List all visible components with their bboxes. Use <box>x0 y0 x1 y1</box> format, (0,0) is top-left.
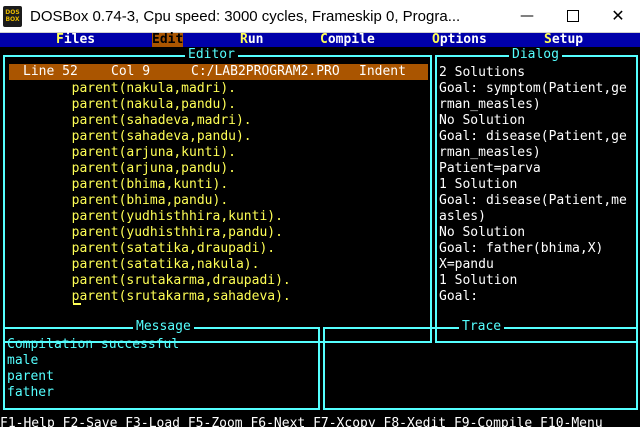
status-col: Col 9 <box>111 64 151 79</box>
status-file: C:/LAB2PROGRAM2.PRO <box>191 64 340 79</box>
dialog-title: Dialog <box>509 48 562 62</box>
dialog-line: Goal: symptom(Patient,ge <box>439 81 627 96</box>
editor-line[interactable]: parent(bhima,pandu). <box>9 193 229 209</box>
close-icon: ✕ <box>611 6 625 25</box>
message-line: male <box>7 353 39 368</box>
dialog-panel[interactable]: Dialog 2 Solutions Goal: symptom(Patient… <box>435 48 638 343</box>
dialog-line: No Solution <box>439 225 526 240</box>
dialog-line: Goal: disease(Patient,ge <box>439 129 627 144</box>
dialog-line: Goal: father(bhima,X) <box>439 241 604 256</box>
menu-run[interactable]: Run <box>240 33 263 47</box>
editor-line[interactable]: parent(sahadeva,pandu). <box>9 129 252 145</box>
menu-edit[interactable]: Edit <box>152 33 184 47</box>
editor-line[interactable]: parent(satatika,nakula). <box>9 257 260 273</box>
menu-options[interactable]: Options <box>432 33 487 47</box>
editor-line[interactable]: parent(srutakarma,sahadeva). <box>9 289 291 305</box>
window-title: DOSBox 0.74-3, Cpu speed: 3000 cycles, F… <box>30 8 461 25</box>
dos-screen[interactable]: Files Edit Run Compile Options Setup Edi… <box>0 33 640 427</box>
menu-files[interactable]: Files <box>56 33 95 47</box>
menu-bar: Files Edit Run Compile Options Setup <box>0 33 640 47</box>
minimize-button[interactable]: — <box>504 0 550 32</box>
dialog-line: Patient=parva <box>439 161 541 176</box>
editor-line[interactable]: parent(arjuna,pandu). <box>9 161 236 177</box>
menu-compile[interactable]: Compile <box>320 33 375 47</box>
dialog-line: No Solution <box>439 113 526 128</box>
dialog-line: rman_measles) <box>439 145 541 160</box>
message-title: Message <box>133 320 194 334</box>
editor-panel[interactable]: Editor Line 52 Col 9 C:/LAB2PROGRAM2.PRO… <box>3 48 432 343</box>
editor-line[interactable]: parent(bhima,kunti). <box>9 177 229 193</box>
editor-line[interactable]: parent(yudhisthhira,pandu). <box>9 225 283 241</box>
dialog-line: X=pandu <box>439 257 494 272</box>
editor-line[interactable]: parent(satatika,draupadi). <box>9 241 276 257</box>
message-line: father <box>7 385 54 400</box>
text-cursor <box>73 303 81 305</box>
maximize-icon <box>567 10 579 22</box>
trace-panel[interactable]: Trace <box>323 320 638 410</box>
editor-title: Editor <box>185 48 238 62</box>
close-button[interactable]: ✕ <box>596 0 640 32</box>
dosbox-app-icon[interactable]: DOS BOX <box>3 6 22 27</box>
dialog-line: 2 Solutions <box>439 65 526 80</box>
editor-line[interactable]: parent(yudhisthhira,kunti). <box>9 209 283 225</box>
editor-line[interactable]: parent(arjuna,kunti). <box>9 145 236 161</box>
dialog-line: 1 Solution <box>439 273 518 288</box>
dialog-line: rman_measles) <box>439 97 541 112</box>
function-key-bar: F1-Help F2-Save F3-Load F5-Zoom F6-Next … <box>0 417 603 427</box>
window-titlebar[interactable]: DOS BOX DOSBox 0.74-3, Cpu speed: 3000 c… <box>0 0 640 33</box>
editor-line[interactable]: parent(nakula,pandu). <box>9 97 236 113</box>
editor-line[interactable]: parent(nakula,madri). <box>9 81 236 97</box>
dialog-line[interactable]: Goal: <box>439 289 478 305</box>
minimize-icon: — <box>520 8 534 24</box>
message-line: Compilation successful <box>7 337 180 352</box>
editor-line[interactable]: parent(srutakarma,draupadi). <box>9 273 291 289</box>
dialog-line: Goal: disease(Patient,me <box>439 193 627 208</box>
dialog-line: 1 Solution <box>439 177 518 192</box>
dialog-line: asles) <box>439 209 486 224</box>
status-line: Line 52 <box>23 64 78 79</box>
status-mode: Indent <box>359 64 406 79</box>
menu-setup[interactable]: Setup <box>544 33 583 47</box>
editor-line[interactable]: parent(sahadeva,madri). <box>9 113 252 129</box>
message-panel[interactable]: Message Compilation successful male pare… <box>3 320 320 410</box>
maximize-button[interactable] <box>550 0 596 32</box>
message-line: parent <box>7 369 54 384</box>
editor-status-bar: Line 52 Col 9 C:/LAB2PROGRAM2.PRO Indent <box>9 64 428 80</box>
trace-title: Trace <box>459 320 505 334</box>
